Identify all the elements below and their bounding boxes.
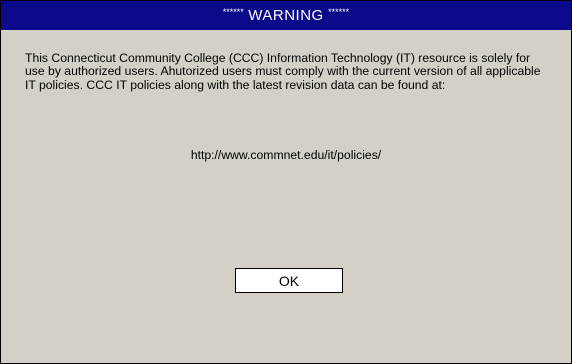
ok-button[interactable]: OK xyxy=(235,268,343,293)
title-prefix: ****** xyxy=(222,7,244,17)
dialog-title-bar: ****** WARNING ****** xyxy=(1,1,571,30)
warning-message: This Connecticut Community College (CCC)… xyxy=(25,51,541,92)
title-suffix: ****** xyxy=(328,7,350,17)
policy-url: http://www.commnet.edu/it/policies/ xyxy=(190,148,382,162)
warning-dialog: ****** WARNING ****** This Connecticut C… xyxy=(0,0,572,364)
dialog-title: WARNING xyxy=(248,7,324,24)
